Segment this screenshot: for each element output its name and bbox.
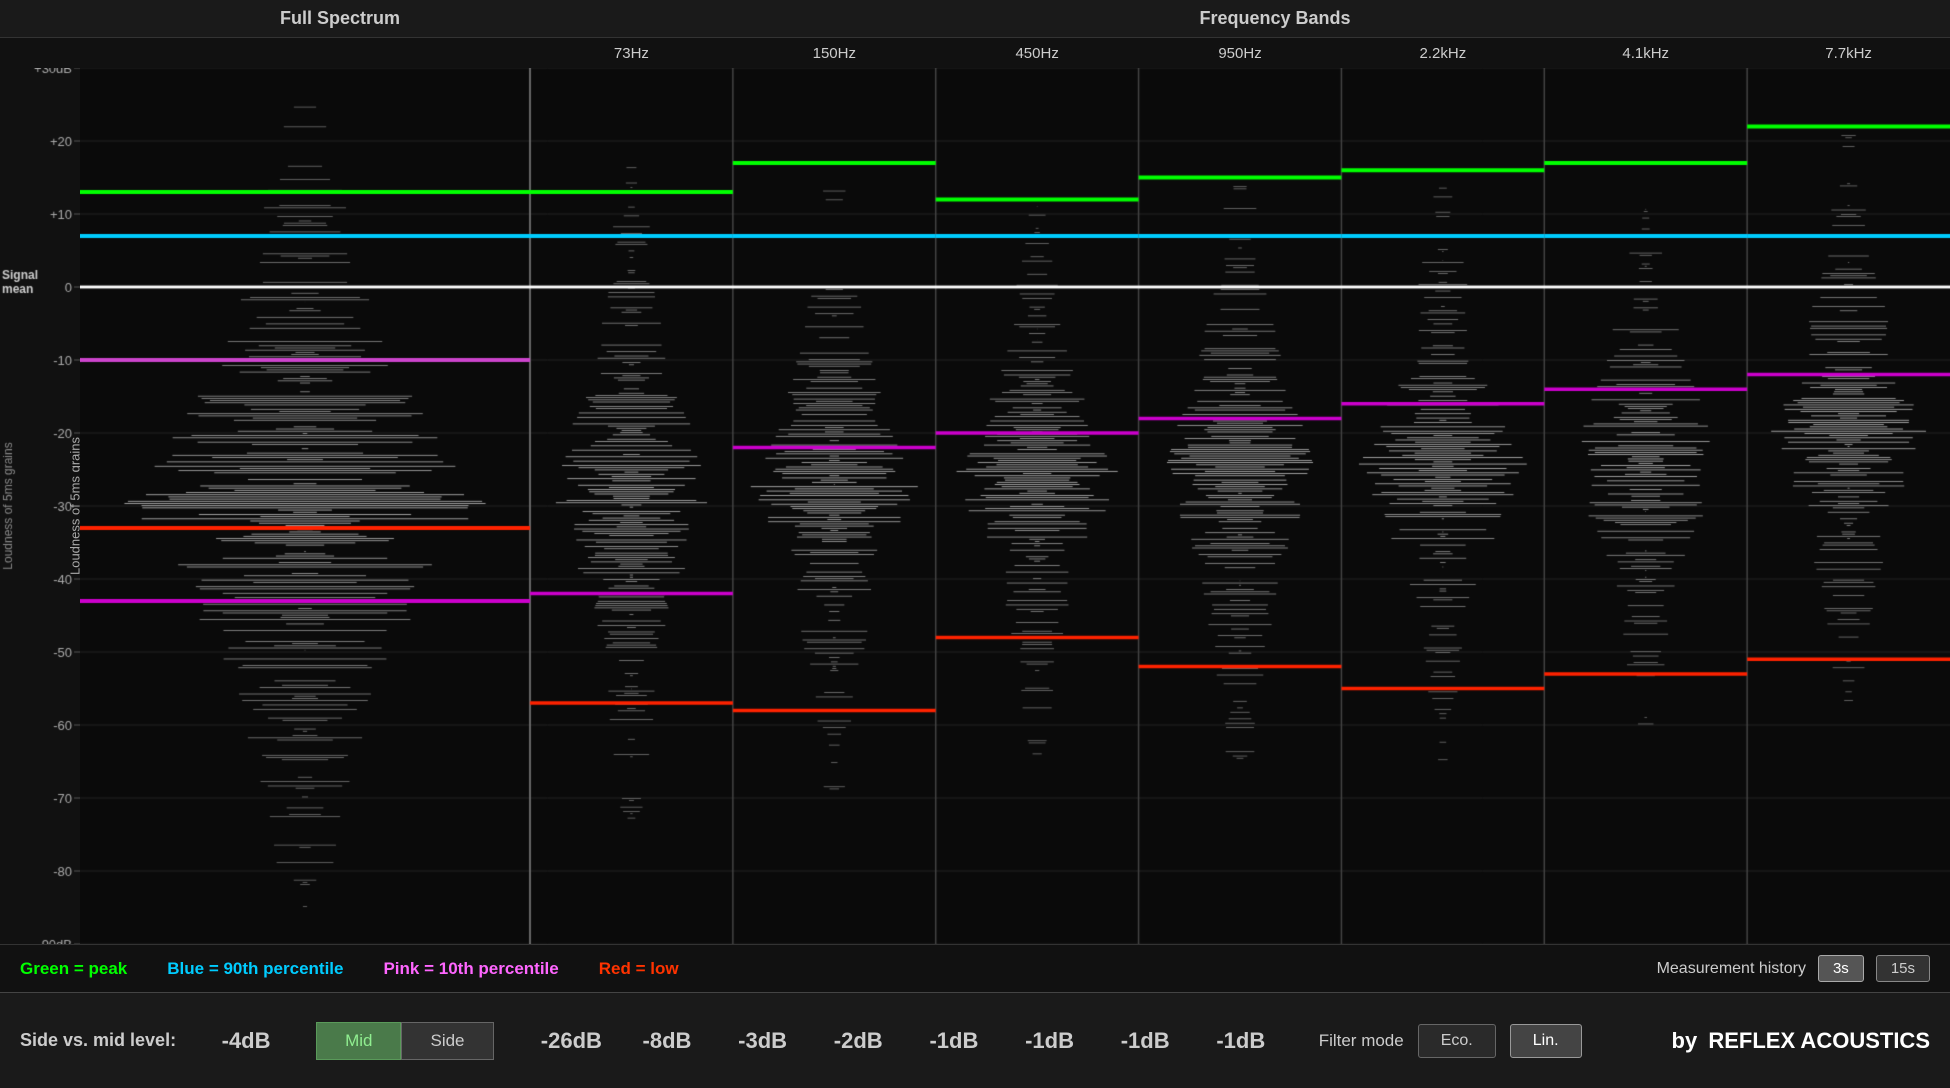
freq-bands-title: Frequency Bands bbox=[600, 8, 1950, 29]
reflex-brand: by REFLEX ACOUSTICS bbox=[1672, 1028, 1930, 1054]
level-values-row: -26dB -8dB -3dB -2dB -1dB -1dB -1dB -1dB bbox=[524, 1028, 1289, 1054]
freq-label-5: 4.1kHz bbox=[1544, 45, 1747, 62]
level-6: -1dB bbox=[1105, 1028, 1185, 1054]
freq-label-3: 950Hz bbox=[1139, 45, 1342, 62]
freq-label-0: 73Hz bbox=[530, 45, 733, 62]
mid-side-buttons: Mid Side bbox=[316, 1022, 493, 1060]
level-7: -1dB bbox=[1201, 1028, 1281, 1054]
filter-mode-section: Filter mode Eco. Lin. bbox=[1319, 1024, 1582, 1058]
legend-pink: Pink = 10th percentile bbox=[383, 959, 558, 979]
btn-15s[interactable]: 15s bbox=[1876, 955, 1930, 982]
freq-labels-row: 73Hz 150Hz 450Hz 950Hz 2.2kHz 4.1kHz 7.7… bbox=[0, 38, 1950, 68]
eco-btn[interactable]: Eco. bbox=[1418, 1024, 1496, 1058]
freq-label-4: 2.2kHz bbox=[1341, 45, 1544, 62]
bottom-bar: Side vs. mid level: -4dB Mid Side -26dB … bbox=[0, 992, 1950, 1088]
chart-area bbox=[80, 68, 1950, 944]
brand-by: by bbox=[1672, 1028, 1698, 1053]
level-4: -1dB bbox=[914, 1028, 994, 1054]
side-button[interactable]: Side bbox=[401, 1022, 493, 1060]
level-1: -8dB bbox=[627, 1028, 707, 1054]
legend-blue: Blue = 90th percentile bbox=[167, 959, 343, 979]
btn-3s[interactable]: 3s bbox=[1818, 955, 1864, 982]
measurement-history: Measurement history 3s 15s bbox=[1657, 955, 1930, 982]
header-row: Full Spectrum Frequency Bands bbox=[0, 0, 1950, 38]
level-0: -26dB bbox=[531, 1028, 611, 1054]
freq-label-1: 150Hz bbox=[733, 45, 936, 62]
brand-name: REFLEX ACOUSTICS bbox=[1708, 1028, 1930, 1053]
freq-label-6: 7.7kHz bbox=[1747, 45, 1950, 62]
side-mid-label: Side vs. mid level: bbox=[20, 1030, 176, 1051]
lin-btn[interactable]: Lin. bbox=[1510, 1024, 1582, 1058]
level-2: -3dB bbox=[723, 1028, 803, 1054]
main-level-value: -4dB bbox=[206, 1028, 286, 1054]
freq-label-2: 450Hz bbox=[936, 45, 1139, 62]
legend-green: Green = peak bbox=[20, 959, 127, 979]
main-container: Full Spectrum Frequency Bands 73Hz 150Hz… bbox=[0, 0, 1950, 1088]
level-3: -2dB bbox=[818, 1028, 898, 1054]
filter-mode-label: Filter mode bbox=[1319, 1031, 1404, 1051]
mid-button[interactable]: Mid bbox=[316, 1022, 401, 1060]
y-axis: Loudness of 5ms grains bbox=[0, 68, 80, 944]
level-5: -1dB bbox=[1010, 1028, 1090, 1054]
measurement-history-label: Measurement history bbox=[1657, 960, 1806, 978]
legend-red: Red = low bbox=[599, 959, 679, 979]
legend-row: Green = peak Blue = 90th percentile Pink… bbox=[0, 944, 1950, 992]
spectrum-area: Loudness of 5ms grains bbox=[0, 68, 1950, 944]
full-spectrum-title: Full Spectrum bbox=[80, 8, 600, 29]
